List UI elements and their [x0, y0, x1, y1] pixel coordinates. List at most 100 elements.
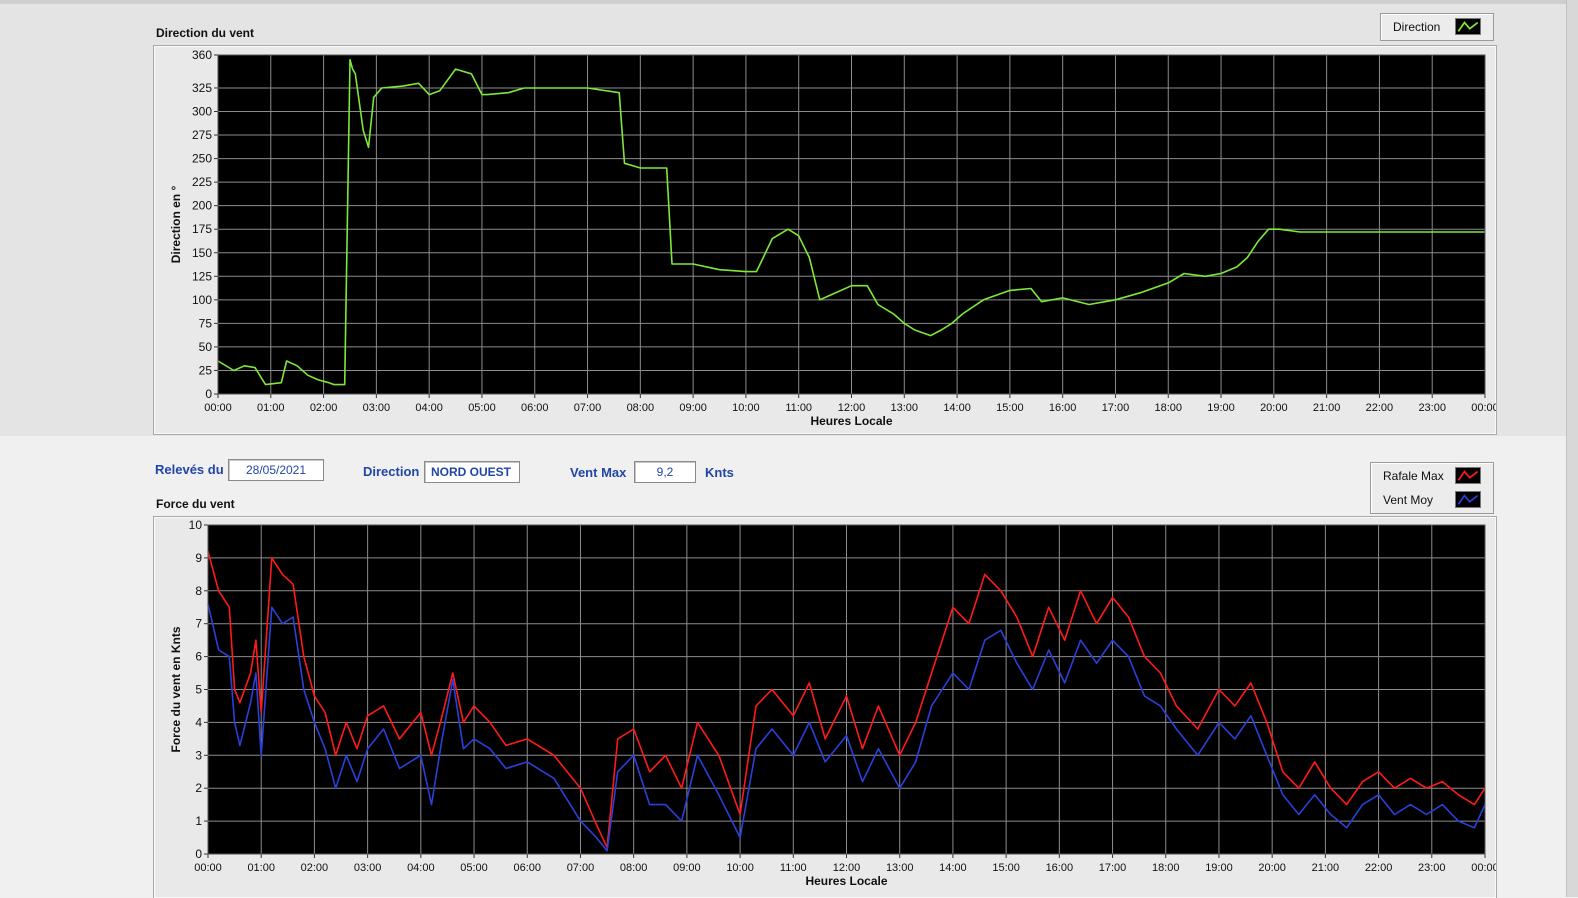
- force-chart-title: Force du vent: [156, 497, 235, 511]
- x-tick-label: 03:00: [363, 402, 391, 414]
- x-tick-label: 09:00: [673, 862, 701, 874]
- y-tick-label: 300: [192, 105, 212, 119]
- x-tick-label: 00:00: [1471, 862, 1496, 874]
- y-tick-label: 75: [199, 316, 213, 330]
- y-axis-label: Force du vent en Knts: [169, 626, 183, 752]
- direction-field[interactable]: NORD OUEST: [424, 461, 520, 483]
- force-chart[interactable]: 00:00 01:00 02:00 03:00 04:00 05:00 06:00 07:00…: [154, 517, 1496, 898]
- x-tick-label: 04:00: [415, 402, 443, 414]
- x-tick-label: 23:00: [1418, 862, 1446, 874]
- x-tick-label: 16:00: [1049, 402, 1077, 414]
- x-tick-label: 03:00: [354, 862, 382, 874]
- x-tick-label: 15:00: [996, 402, 1024, 414]
- x-tick-label: 09:00: [679, 402, 707, 414]
- y-tick-label: 10: [189, 518, 203, 532]
- x-tick-label: 17:00: [1099, 862, 1127, 874]
- x-tick-label: 02:00: [310, 402, 338, 414]
- legend-swatch-ventmoy: [1455, 491, 1481, 508]
- y-tick-label: 0: [195, 847, 202, 861]
- x-tick-label: 21:00: [1312, 862, 1340, 874]
- direction-label: Direction: [363, 464, 420, 479]
- x-tick-label: 12:00: [838, 402, 866, 414]
- x-tick-label: 17:00: [1102, 402, 1130, 414]
- x-tick-label: 05:00: [468, 402, 496, 414]
- y-tick-label: 150: [192, 246, 212, 260]
- x-tick-label: 10:00: [732, 402, 760, 414]
- x-tick-label: 08:00: [627, 402, 655, 414]
- releves-label: Relevés du: [155, 462, 224, 477]
- x-tick-label: 00:00: [1471, 402, 1496, 414]
- x-tick-label: 02:00: [301, 862, 329, 874]
- legend-swatch-rafale: [1455, 467, 1481, 484]
- x-tick-label: 15:00: [992, 862, 1020, 874]
- y-tick-label: 4: [195, 715, 202, 729]
- x-tick-label: 22:00: [1366, 402, 1394, 414]
- y-tick-label: 275: [192, 128, 212, 142]
- legend-label-ventmoy: Vent Moy: [1383, 493, 1434, 507]
- y-tick-label: 3: [195, 748, 202, 762]
- y-tick-label: 125: [192, 269, 212, 283]
- force-chart-panel: 00:00 01:00 02:00 03:00 04:00 05:00 06:00 07:00…: [153, 516, 1497, 898]
- x-tick-label: 16:00: [1046, 862, 1074, 874]
- y-tick-label: 200: [192, 199, 212, 213]
- legend-item-ventmoy[interactable]: Vent Moy: [1371, 488, 1493, 512]
- force-legend[interactable]: Rafale Max Vent Moy: [1370, 462, 1494, 514]
- legend-label-rafale: Rafale Max: [1383, 469, 1444, 483]
- x-tick-label: 14:00: [943, 402, 971, 414]
- window-scrollbar-strip[interactable]: [1566, 0, 1578, 897]
- x-tick-label: 18:00: [1152, 862, 1180, 874]
- direction-legend[interactable]: Direction: [1380, 13, 1494, 41]
- x-tick-label: 01:00: [247, 862, 275, 874]
- ventmax-unit: Knts: [705, 465, 734, 480]
- x-tick-label: 06:00: [521, 402, 549, 414]
- y-tick-label: 9: [195, 551, 202, 565]
- x-tick-label: 10:00: [726, 862, 754, 874]
- x-tick-label: 00:00: [194, 862, 222, 874]
- x-tick-label: 06:00: [513, 862, 541, 874]
- x-tick-label: 13:00: [886, 862, 914, 874]
- x-tick-label: 01:00: [257, 402, 285, 414]
- y-tick-label: 8: [195, 584, 202, 598]
- x-tick-label: 08:00: [620, 862, 648, 874]
- y-tick-label: 1: [195, 814, 202, 828]
- x-tick-label: 12:00: [833, 862, 861, 874]
- y-tick-label: 2: [195, 781, 202, 795]
- x-tick-label: 05:00: [460, 862, 488, 874]
- ventmax-field[interactable]: 9,2: [634, 461, 696, 483]
- y-tick-label: 25: [199, 363, 213, 377]
- x-tick-label: 23:00: [1418, 402, 1446, 414]
- x-tick-label: 14:00: [939, 862, 967, 874]
- legend-label-direction: Direction: [1393, 20, 1441, 34]
- legend-item-rafale[interactable]: Rafale Max: [1371, 464, 1493, 488]
- x-tick-label: 07:00: [574, 402, 602, 414]
- x-tick-label: 21:00: [1313, 402, 1341, 414]
- x-tick-label: 07:00: [567, 862, 595, 874]
- x-tick-label: 22:00: [1365, 862, 1393, 874]
- y-tick-label: 175: [192, 222, 212, 236]
- x-tick-label: 18:00: [1154, 402, 1182, 414]
- x-axis-label: Heures Locale: [810, 414, 892, 428]
- direction-chart-panel: 00:00 01:00 02:00 03:00 04:00 05:00 06:00 07:00…: [153, 45, 1497, 435]
- y-tick-label: 325: [192, 81, 212, 95]
- x-tick-label: 20:00: [1258, 862, 1286, 874]
- date-field[interactable]: 28/05/2021: [228, 459, 324, 481]
- ventmax-label: Vent Max: [570, 465, 627, 480]
- direction-chart-title: Direction du vent: [156, 26, 255, 40]
- x-tick-label: 20:00: [1260, 402, 1288, 414]
- y-tick-label: 0: [205, 387, 212, 401]
- y-tick-label: 50: [199, 340, 213, 354]
- y-tick-label: 7: [195, 617, 202, 631]
- x-axis-label: Heures Locale: [805, 874, 887, 888]
- direction-chart[interactable]: 00:00 01:00 02:00 03:00 04:00 05:00 06:00 07:00…: [154, 46, 1496, 434]
- x-tick-label: 19:00: [1207, 402, 1235, 414]
- x-tick-label: 00:00: [204, 402, 232, 414]
- x-tick-label: 04:00: [407, 862, 435, 874]
- y-tick-label: 225: [192, 175, 212, 189]
- legend-item-direction[interactable]: Direction: [1381, 15, 1493, 39]
- x-tick-label: 13:00: [891, 402, 919, 414]
- y-tick-label: 6: [195, 650, 202, 664]
- legend-swatch-direction: [1455, 18, 1481, 35]
- x-tick-label: 11:00: [780, 862, 807, 874]
- y-tick-label: 250: [192, 152, 212, 166]
- y-tick-label: 360: [192, 48, 212, 62]
